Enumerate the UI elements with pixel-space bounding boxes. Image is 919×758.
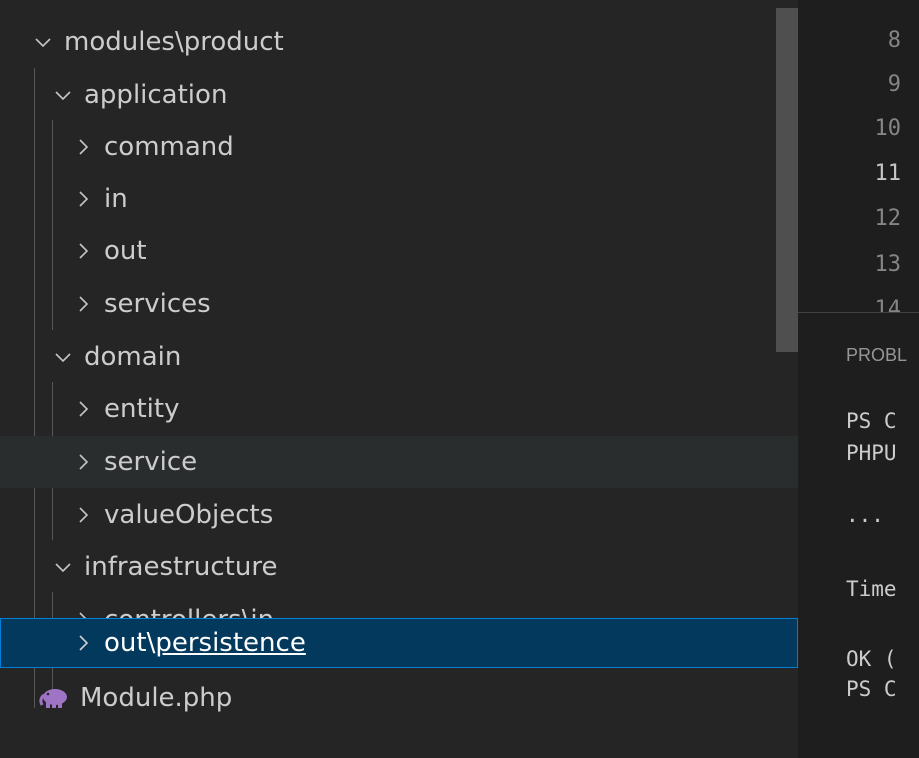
chevron-right-icon bbox=[72, 188, 94, 210]
tree-item-service[interactable]: service bbox=[0, 436, 798, 488]
line-number: 14 bbox=[874, 297, 902, 312]
tree-item-label: command bbox=[104, 132, 234, 162]
tree-item-application[interactable]: application bbox=[0, 69, 798, 121]
line-number-active: 11 bbox=[874, 161, 902, 186]
tree-item-label: service bbox=[104, 447, 198, 477]
chevron-right-icon bbox=[72, 240, 94, 262]
tree-item-label: domain bbox=[84, 342, 182, 372]
line-number: 12 bbox=[874, 206, 902, 231]
explorer-scrollbar-thumb[interactable] bbox=[776, 8, 798, 352]
chevron-down-icon bbox=[32, 31, 54, 53]
terminal-line: Time bbox=[846, 577, 897, 601]
chevron-down-icon bbox=[52, 556, 74, 578]
tree-item-label: infraestructure bbox=[84, 552, 278, 582]
chevron-down-icon bbox=[52, 346, 74, 368]
tree-item-valueobjects[interactable]: valueObjects bbox=[0, 489, 798, 541]
line-number: 10 bbox=[874, 116, 902, 141]
bottom-panel: PROBL PS C PHPU ... Time OK ( PS C bbox=[798, 312, 919, 758]
line-number: 8 bbox=[887, 28, 901, 53]
editor-gutter: 8 9 10 11 12 13 14 bbox=[798, 0, 919, 312]
tree-item-modules-product[interactable]: modules\product bbox=[0, 16, 798, 68]
tree-item-label-link[interactable]: persistence bbox=[155, 628, 305, 658]
tree-item-label: entity bbox=[104, 394, 180, 424]
tree-item-domain[interactable]: domain bbox=[0, 331, 798, 383]
tree-item-entity[interactable]: entity bbox=[0, 383, 798, 435]
chevron-down-icon bbox=[52, 84, 74, 106]
tree-item-label: Module.php bbox=[80, 683, 233, 713]
terminal-line: PS C bbox=[846, 677, 897, 701]
line-number: 9 bbox=[887, 72, 901, 97]
line-number: 13 bbox=[874, 252, 902, 277]
chevron-right-icon bbox=[72, 293, 94, 315]
vscode-window: modules\product application command in o… bbox=[0, 0, 919, 758]
tree-item-command[interactable]: command bbox=[0, 121, 798, 173]
terminal-line: ... bbox=[846, 503, 884, 527]
chevron-right-icon bbox=[72, 632, 94, 654]
tree-item-module-php[interactable]: Module.php bbox=[0, 672, 798, 724]
chevron-right-icon bbox=[72, 451, 94, 473]
terminal-line: OK ( bbox=[846, 647, 897, 671]
php-elephant-icon bbox=[38, 685, 70, 711]
tree-item-label: in bbox=[104, 184, 128, 214]
tree-item-label: application bbox=[84, 80, 228, 110]
tree-item-label: valueObjects bbox=[104, 500, 274, 530]
tree-item-services[interactable]: services bbox=[0, 278, 798, 330]
tree-item-label: services bbox=[104, 289, 211, 319]
tree-item-out[interactable]: out bbox=[0, 225, 798, 277]
explorer-tree: modules\product application command in o… bbox=[0, 0, 798, 758]
tree-item-infraestructure[interactable]: infraestructure bbox=[0, 541, 798, 593]
tree-item-in[interactable]: in bbox=[0, 173, 798, 225]
chevron-right-icon bbox=[72, 398, 94, 420]
tree-item-out-persistence[interactable]: out\ persistence bbox=[0, 618, 798, 668]
chevron-right-icon bbox=[72, 504, 94, 526]
chevron-right-icon bbox=[72, 136, 94, 158]
tree-item-label: out bbox=[104, 236, 147, 266]
terminal-line: PHPU bbox=[846, 441, 897, 465]
terminal-line: PS C bbox=[846, 409, 897, 433]
tree-item-label-prefix: out\ bbox=[104, 628, 156, 658]
tree-item-label: modules\product bbox=[64, 27, 284, 57]
tab-problems[interactable]: PROBL bbox=[846, 345, 907, 366]
